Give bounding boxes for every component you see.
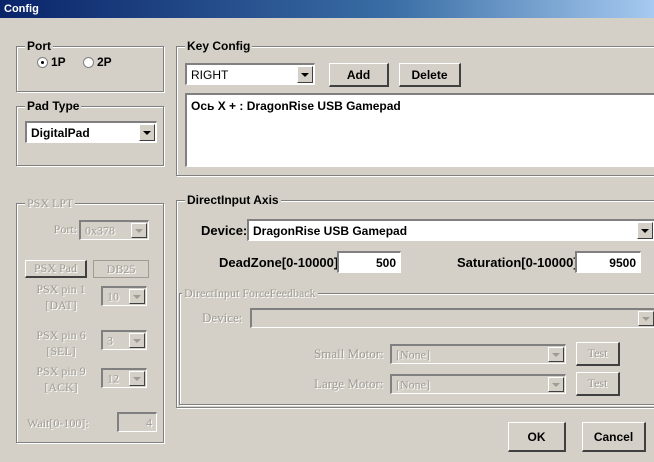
psx-pad-tab-button[interactable]: PSX Pad <box>25 260 87 278</box>
psx-pin1-sub: [DAT] <box>45 298 77 312</box>
radio-selected-dot <box>41 61 44 64</box>
pad-type-value: DigitalPad <box>31 125 90 140</box>
db25-tab-label: DB25 <box>106 261 136 276</box>
psx-pin1-label: PSX pin 1 <box>36 282 86 296</box>
port-2p-radio[interactable] <box>83 57 94 68</box>
ok-button-label: OK <box>527 429 546 444</box>
large-motor-dropdown-button[interactable] <box>548 377 564 392</box>
chevron-down-icon <box>133 338 141 343</box>
chevron-down-icon <box>133 376 141 381</box>
key-select-value: RIGHT <box>191 67 229 82</box>
saturation-input[interactable]: 9500 <box>575 251 641 273</box>
psx-lpt-group: PSX LPT Port: 0x378 PSX Pad DB25 PSX pin… <box>16 196 164 443</box>
saturation-value: 9500 <box>609 255 636 270</box>
small-motor-dropdown-button[interactable] <box>548 347 564 362</box>
psx-pin1-dropdown-button[interactable] <box>129 289 145 304</box>
chevron-down-icon <box>552 352 560 357</box>
add-button[interactable]: Add <box>329 63 389 87</box>
delete-button[interactable]: Delete <box>399 63 461 87</box>
psx-pin6-dropdown-button[interactable] <box>129 333 145 348</box>
wait-input[interactable]: 4 <box>117 412 157 432</box>
delete-button-label: Delete <box>411 67 448 82</box>
ok-button[interactable]: OK <box>508 422 566 452</box>
psx-pin9-value: 12 <box>107 371 119 385</box>
psx-port-value: 0x378 <box>85 223 115 237</box>
config-window: Config Port 1P 2P Pad Type DigitalPad PS… <box>0 0 654 462</box>
chevron-down-icon <box>641 228 649 233</box>
port-group-title: Port <box>25 39 53 53</box>
psx-port-dropdown-button[interactable] <box>131 223 147 238</box>
key-config-group: Key Config RIGHT Add Delete Ось X + : Dr… <box>176 39 654 176</box>
psx-pin9-select[interactable]: 12 <box>101 368 147 388</box>
small-motor-label: Small Motor: <box>314 346 384 361</box>
ff-device-select[interactable] <box>250 308 654 328</box>
key-config-group-title: Key Config <box>185 39 253 53</box>
small-motor-value: [None] <box>396 347 430 361</box>
psx-pin1-value: 10 <box>107 289 119 303</box>
psx-port-label: Port: <box>53 222 77 236</box>
chevron-down-icon <box>143 130 151 135</box>
psx-pin6-sub: [SEL] <box>46 344 76 358</box>
port-1p-radio[interactable] <box>37 57 48 68</box>
axis-device-select[interactable]: DragonRise USB Gamepad <box>247 219 654 241</box>
psx-pin9-label: PSX pin 9 <box>36 364 86 378</box>
add-button-label: Add <box>346 67 371 82</box>
db25-tab[interactable]: DB25 <box>93 260 149 278</box>
deadzone-label: DeadZone[0-10000]: <box>219 255 343 270</box>
directinput-axis-group: DirectInput Axis Device: DragonRise USB … <box>176 193 654 408</box>
chevron-down-icon <box>135 228 143 233</box>
cancel-button-label: Cancel <box>593 429 634 444</box>
small-motor-test-label: Test <box>587 346 608 360</box>
psx-pin6-value: 3 <box>107 333 113 347</box>
mapping-list-item[interactable]: Ось X + : DragonRise USB Gamepad <box>191 99 401 113</box>
psx-pad-tab-label: PSX Pad <box>33 261 77 275</box>
small-motor-test-button[interactable]: Test <box>576 342 620 366</box>
deadzone-value: 500 <box>375 255 396 270</box>
forcefeedback-group: DirectInput ForceFeedback Device: Small … <box>179 286 654 405</box>
axis-device-value: DragonRise USB Gamepad <box>253 223 408 238</box>
psx-pin6-select[interactable]: 3 <box>101 330 147 350</box>
axis-device-dropdown-button[interactable] <box>637 222 653 239</box>
large-motor-value: [None] <box>396 377 430 391</box>
forcefeedback-group-title: DirectInput ForceFeedback <box>182 286 318 300</box>
ff-device-dropdown-button[interactable] <box>638 311 654 326</box>
chevron-down-icon <box>133 294 141 299</box>
chevron-down-icon <box>642 316 650 321</box>
wait-value: 4 <box>146 415 152 429</box>
pad-type-select[interactable]: DigitalPad <box>25 121 157 143</box>
axis-device-label: Device: <box>201 223 248 238</box>
key-mapping-list[interactable]: Ось X + : DragonRise USB Gamepad <box>185 93 654 167</box>
key-dropdown-button[interactable] <box>297 66 313 83</box>
port-group: Port 1P 2P <box>16 39 164 92</box>
psx-pin9-dropdown-button[interactable] <box>129 371 145 386</box>
directinput-axis-group-title: DirectInput Axis <box>185 193 281 207</box>
ff-device-label: Device: <box>202 310 243 325</box>
window-title: Config <box>4 3 39 15</box>
port-2p-label[interactable]: 2P <box>97 55 112 69</box>
psx-pin9-sub: [ACK] <box>44 380 78 394</box>
chevron-down-icon <box>301 72 309 77</box>
cancel-button[interactable]: Cancel <box>582 422 646 452</box>
pad-type-dropdown-button[interactable] <box>139 124 155 141</box>
chevron-down-icon <box>552 382 560 387</box>
large-motor-select[interactable]: [None] <box>390 374 566 394</box>
small-motor-select[interactable]: [None] <box>390 344 566 364</box>
pad-type-group-title: Pad Type <box>25 99 82 113</box>
psx-pin6-label: PSX pin 6 <box>36 328 86 342</box>
psx-lpt-group-title: PSX LPT <box>25 196 76 210</box>
title-bar[interactable]: Config <box>0 0 654 18</box>
large-motor-test-button[interactable]: Test <box>576 372 620 396</box>
large-motor-test-label: Test <box>587 376 608 390</box>
wait-label: Wait[0-100]: <box>27 416 89 430</box>
pad-type-group: Pad Type DigitalPad <box>16 99 164 166</box>
saturation-label: Saturation[0-10000]: <box>457 255 582 270</box>
port-1p-label[interactable]: 1P <box>51 55 66 69</box>
psx-pin1-select[interactable]: 10 <box>101 286 147 306</box>
large-motor-label: Large Motor: <box>314 376 384 391</box>
psx-port-select[interactable]: 0x378 <box>79 220 149 240</box>
deadzone-input[interactable]: 500 <box>337 251 401 273</box>
key-select[interactable]: RIGHT <box>185 63 315 85</box>
